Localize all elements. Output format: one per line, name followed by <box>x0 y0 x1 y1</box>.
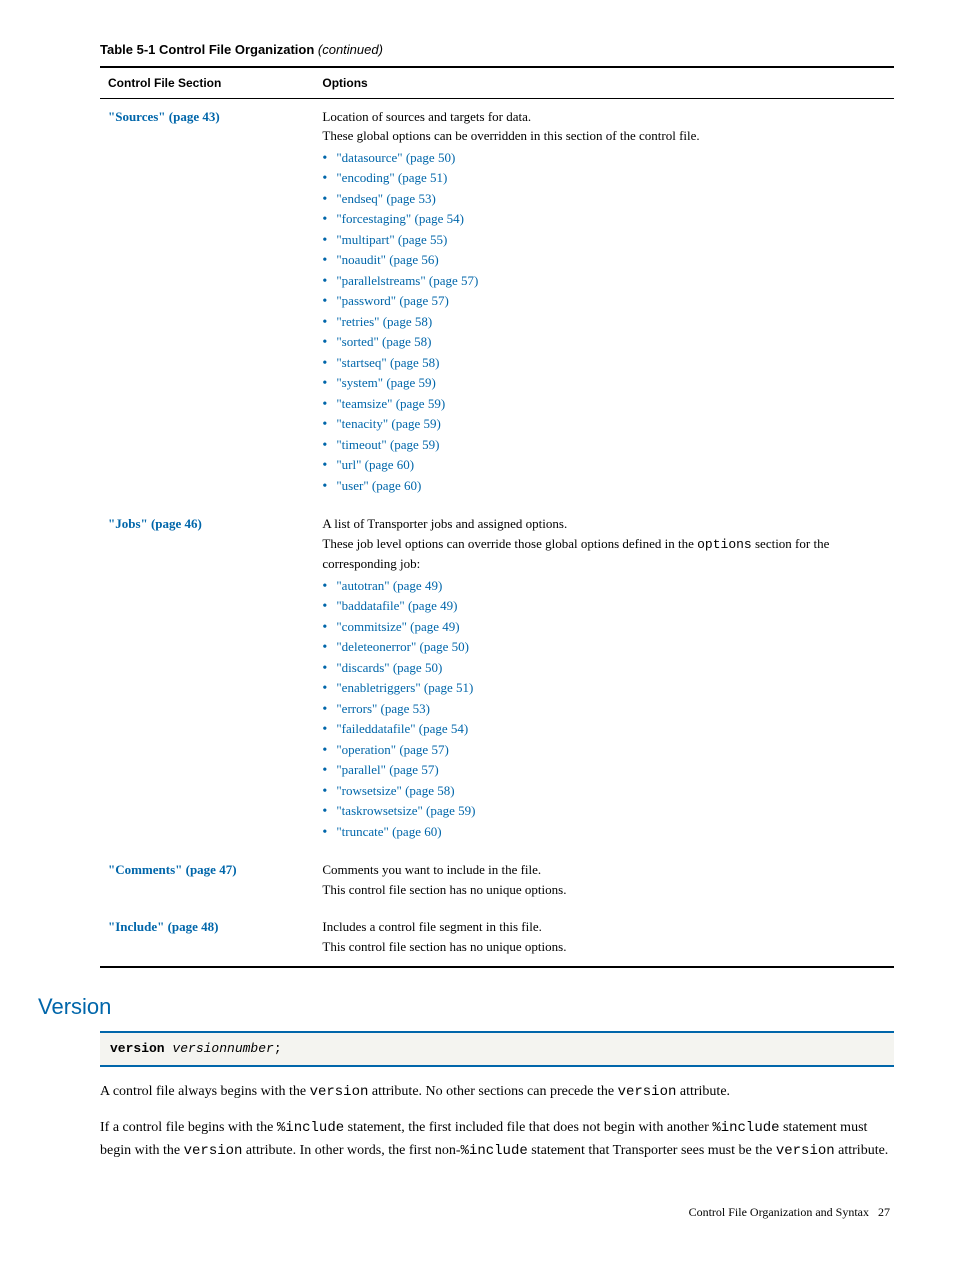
body-paragraph: A control file always begins with the ve… <box>100 1081 894 1104</box>
code-block: version versionnumber; <box>100 1031 894 1067</box>
opt-link[interactable]: "operation" (page 57) <box>336 742 448 757</box>
col-header-options: Options <box>314 67 894 99</box>
options-list: "autotran" (page 49) "baddatafile" (page… <box>322 576 886 842</box>
para-mono: version <box>776 1143 835 1159</box>
opt-link[interactable]: "url" (page 60) <box>336 457 414 472</box>
opt-link[interactable]: "errors" (page 53) <box>336 701 430 716</box>
code-end: ; <box>274 1041 282 1056</box>
section-link-comments[interactable]: "Comments" (page 47) <box>108 862 237 877</box>
opt-link[interactable]: "sorted" (page 58) <box>336 334 431 349</box>
para-text: attribute. <box>835 1143 889 1158</box>
opt-link[interactable]: "multipart" (page 55) <box>336 232 447 247</box>
opt-link[interactable]: "forcestaging" (page 54) <box>336 211 464 226</box>
opt-link[interactable]: "timeout" (page 59) <box>336 437 439 452</box>
section-link-jobs[interactable]: "Jobs" (page 46) <box>108 516 202 531</box>
opt-link[interactable]: "baddatafile" (page 49) <box>336 598 457 613</box>
opt-link[interactable]: "enabletriggers" (page 51) <box>336 680 473 695</box>
footer-text: Control File Organization and Syntax <box>689 1205 869 1219</box>
opt-link[interactable]: "user" (page 60) <box>336 478 421 493</box>
opt-link[interactable]: "encoding" (page 51) <box>336 170 447 185</box>
opt-link[interactable]: "truncate" (page 60) <box>336 824 441 839</box>
opt-link[interactable]: "retries" (page 58) <box>336 314 432 329</box>
row-intro-line: Location of sources and targets for data… <box>322 107 886 127</box>
intro-text: These job level options can override tho… <box>322 536 697 551</box>
section-link-sources[interactable]: "Sources" (page 43) <box>108 109 220 124</box>
opt-link[interactable]: "parallelstreams" (page 57) <box>336 273 478 288</box>
table-row: "Comments" (page 47) Comments you want t… <box>100 852 894 909</box>
opt-link[interactable]: "rowsetsize" (page 58) <box>336 783 454 798</box>
table-row: "Include" (page 48) Includes a control f… <box>100 909 894 967</box>
para-mono: version <box>184 1143 243 1159</box>
row-intro-line: This control file section has no unique … <box>322 937 886 957</box>
options-list: "datasource" (page 50) "encoding" (page … <box>322 148 886 496</box>
row-intro-line: Includes a control file segment in this … <box>322 917 886 937</box>
para-text: statement that Transporter sees must be … <box>528 1143 776 1158</box>
para-mono: %include <box>712 1120 779 1136</box>
opt-link[interactable]: "taskrowsetsize" (page 59) <box>336 803 475 818</box>
opt-link[interactable]: "faileddatafile" (page 54) <box>336 721 468 736</box>
body-paragraph: If a control file begins with the %inclu… <box>100 1117 894 1162</box>
caption-suffix: (continued) <box>314 42 383 57</box>
para-text: If a control file begins with the <box>100 1120 277 1135</box>
version-heading: Version <box>38 990 894 1023</box>
table-row: "Jobs" (page 46) A list of Transporter j… <box>100 506 894 852</box>
opt-link[interactable]: "datasource" (page 50) <box>336 150 455 165</box>
opt-link[interactable]: "system" (page 59) <box>336 375 435 390</box>
control-file-table: Control File Section Options "Sources" (… <box>100 66 894 969</box>
footer-page: 27 <box>878 1205 890 1219</box>
section-link-include[interactable]: "Include" (page 48) <box>108 919 219 934</box>
opt-link[interactable]: "noaudit" (page 56) <box>336 252 438 267</box>
row-intro-line: These global options can be overridden i… <box>322 126 886 146</box>
page-footer: Control File Organization and Syntax 27 <box>40 1203 894 1221</box>
row-intro-line: These job level options can override tho… <box>322 534 886 574</box>
opt-link[interactable]: "teamsize" (page 59) <box>336 396 445 411</box>
table-caption: Table 5-1 Control File Organization (con… <box>100 40 894 60</box>
code-placeholder: versionnumber <box>165 1041 274 1056</box>
row-intro-line: Comments you want to include in the file… <box>322 860 886 880</box>
intro-mono: options <box>697 537 752 552</box>
col-header-section: Control File Section <box>100 67 314 99</box>
opt-link[interactable]: "commitsize" (page 49) <box>336 619 459 634</box>
opt-link[interactable]: "endseq" (page 53) <box>336 191 435 206</box>
row-intro-line: This control file section has no unique … <box>322 880 886 900</box>
opt-link[interactable]: "autotran" (page 49) <box>336 578 442 593</box>
para-text: attribute. No other sections can precede… <box>368 1084 617 1099</box>
code-keyword: version <box>110 1041 165 1056</box>
opt-link[interactable]: "password" (page 57) <box>336 293 448 308</box>
row-intro-line: A list of Transporter jobs and assigned … <box>322 514 886 534</box>
para-mono: %include <box>461 1143 528 1159</box>
para-text: attribute. <box>676 1084 730 1099</box>
para-mono: version <box>310 1084 369 1100</box>
opt-link[interactable]: "tenacity" (page 59) <box>336 416 440 431</box>
opt-link[interactable]: "parallel" (page 57) <box>336 762 438 777</box>
opt-link[interactable]: "startseq" (page 58) <box>336 355 439 370</box>
para-text: A control file always begins with the <box>100 1084 310 1099</box>
para-text: statement, the first included file that … <box>344 1120 712 1135</box>
para-mono: %include <box>277 1120 344 1136</box>
para-mono: version <box>618 1084 677 1100</box>
caption-prefix: Table 5-1 Control File Organization <box>100 42 314 57</box>
opt-link[interactable]: "discards" (page 50) <box>336 660 442 675</box>
table-row: "Sources" (page 43) Location of sources … <box>100 98 894 506</box>
para-text: attribute. In other words, the first non… <box>242 1143 460 1158</box>
opt-link[interactable]: "deleteonerror" (page 50) <box>336 639 469 654</box>
